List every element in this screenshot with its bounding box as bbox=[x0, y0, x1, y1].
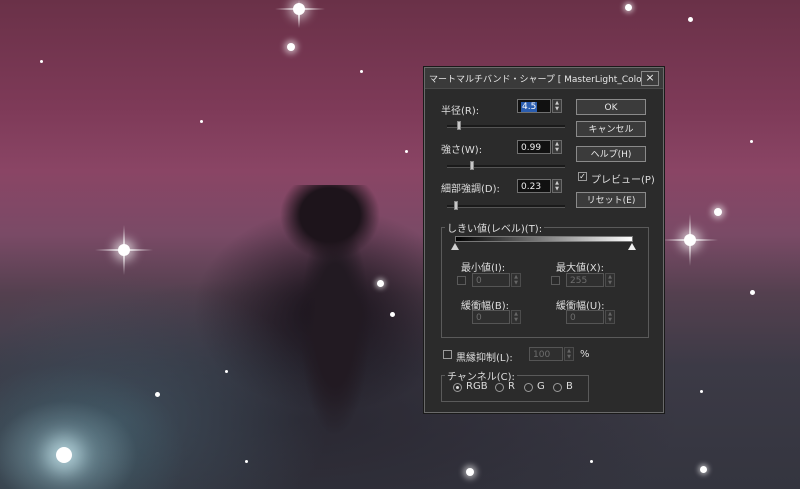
horsehead-nebula bbox=[270, 185, 390, 445]
star bbox=[225, 370, 228, 373]
threshold-label: しきい値(レベル)(T): bbox=[445, 220, 545, 235]
star-spike bbox=[689, 214, 691, 266]
min-value-checkbox[interactable] bbox=[457, 276, 466, 285]
channel-radio-r[interactable] bbox=[495, 383, 504, 392]
max-value-spinner[interactable]: ▲ ▼ bbox=[605, 273, 615, 287]
channel-radio-b[interactable] bbox=[553, 383, 562, 392]
strength-spinner[interactable]: ▲ ▼ bbox=[552, 140, 562, 154]
star bbox=[700, 466, 707, 473]
star bbox=[405, 150, 408, 153]
star bbox=[245, 460, 248, 463]
strength-slider-thumb[interactable] bbox=[470, 161, 474, 170]
help-button[interactable]: ヘルプ(H) bbox=[576, 146, 646, 162]
detail-label: 細部強調(D): bbox=[441, 184, 500, 195]
strength-label: 強さ(W): bbox=[441, 145, 483, 156]
detail-spinner[interactable]: ▲ ▼ bbox=[552, 179, 562, 193]
radius-input[interactable]: 4.5 bbox=[517, 99, 551, 113]
detail-slider-thumb[interactable] bbox=[454, 201, 458, 210]
radius-slider-track[interactable] bbox=[447, 125, 565, 128]
star bbox=[390, 312, 395, 317]
preview-checkbox[interactable]: ✓ bbox=[578, 172, 587, 181]
star-spike bbox=[275, 8, 325, 10]
black-edge-label[interactable]: 黒縁抑制(L): bbox=[456, 349, 513, 364]
buffer-low-input[interactable]: 0 bbox=[472, 310, 510, 324]
star bbox=[714, 208, 722, 216]
star bbox=[40, 60, 43, 63]
preview-label[interactable]: プレビュー(P) bbox=[591, 171, 655, 186]
black-edge-checkbox[interactable] bbox=[443, 350, 452, 359]
radius-spinner[interactable]: ▲ ▼ bbox=[552, 99, 562, 113]
max-value-checkbox[interactable] bbox=[551, 276, 560, 285]
threshold-min-marker-icon[interactable] bbox=[451, 243, 459, 250]
min-value-label: 最小値(I): bbox=[461, 263, 506, 274]
detail-slider-track[interactable] bbox=[447, 205, 565, 208]
star bbox=[590, 460, 593, 463]
reset-button[interactable]: リセット(E) bbox=[576, 192, 646, 208]
strength-input[interactable]: 0.99 bbox=[517, 140, 551, 154]
radius-slider-thumb[interactable] bbox=[457, 121, 461, 130]
channel-option-b[interactable]: B bbox=[566, 381, 573, 392]
dialog-titlebar[interactable]: マートマルチバンド・シャープ [ MasterLight_Color_Ma × bbox=[425, 68, 663, 89]
star bbox=[750, 290, 755, 295]
star bbox=[625, 4, 632, 11]
channel-radio-rgb[interactable] bbox=[453, 383, 462, 392]
close-button[interactable]: × bbox=[641, 71, 659, 86]
star bbox=[750, 140, 753, 143]
black-edge-spinner[interactable]: ▲ ▼ bbox=[564, 347, 574, 361]
buffer-high-input[interactable]: 0 bbox=[566, 310, 604, 324]
star bbox=[287, 43, 295, 51]
star bbox=[377, 280, 384, 287]
star-spike bbox=[298, 0, 300, 28]
channel-option-rgb[interactable]: RGB bbox=[466, 381, 488, 392]
radius-label: 半径(R): bbox=[441, 106, 480, 117]
buffer-high-spinner[interactable]: ▲ ▼ bbox=[605, 310, 615, 324]
star bbox=[466, 468, 474, 476]
astrophoto-background bbox=[0, 0, 800, 489]
buffer-low-spinner[interactable]: ▲ ▼ bbox=[511, 310, 521, 324]
black-edge-input[interactable]: 100 bbox=[529, 347, 563, 361]
black-edge-unit: % bbox=[580, 349, 590, 360]
radius-value: 4.5 bbox=[521, 102, 538, 112]
min-value-input[interactable]: 0 bbox=[472, 273, 510, 287]
threshold-max-marker-icon[interactable] bbox=[628, 243, 636, 250]
detail-input[interactable]: 0.23 bbox=[517, 179, 551, 193]
star bbox=[56, 447, 72, 463]
max-value-label: 最大値(X): bbox=[556, 263, 605, 274]
star bbox=[688, 17, 693, 22]
star bbox=[700, 390, 703, 393]
threshold-level-bar[interactable] bbox=[455, 236, 633, 242]
check-icon: ✓ bbox=[579, 172, 586, 181]
cancel-button[interactable]: キャンセル bbox=[576, 121, 646, 137]
min-value-spinner[interactable]: ▲ ▼ bbox=[511, 273, 521, 287]
ok-button[interactable]: OK bbox=[576, 99, 646, 115]
max-value-input[interactable]: 255 bbox=[566, 273, 604, 287]
smart-multiband-sharpen-dialog: マートマルチバンド・シャープ [ MasterLight_Color_Ma × … bbox=[424, 67, 664, 413]
star bbox=[200, 120, 203, 123]
strength-slider-track[interactable] bbox=[447, 165, 565, 168]
star-spike bbox=[123, 225, 125, 275]
channel-radio-g[interactable] bbox=[524, 383, 533, 392]
dialog-title: マートマルチバンド・シャープ [ MasterLight_Color_Ma bbox=[429, 75, 641, 85]
channel-option-r[interactable]: R bbox=[508, 381, 515, 392]
star bbox=[360, 70, 363, 73]
channel-option-g[interactable]: G bbox=[537, 381, 545, 392]
star bbox=[155, 392, 160, 397]
